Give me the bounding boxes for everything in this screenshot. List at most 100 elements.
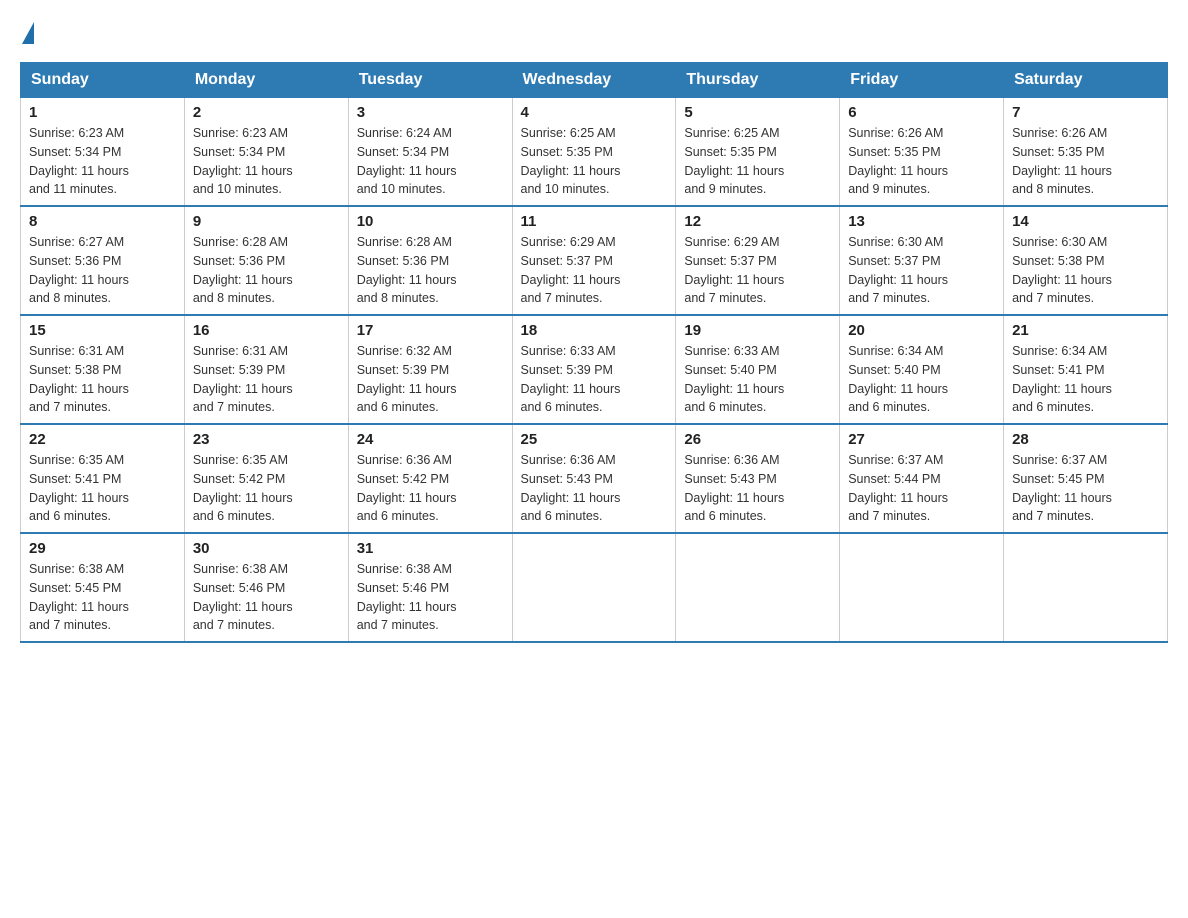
day-info: Sunrise: 6:34 AM Sunset: 5:40 PM Dayligh… [848, 342, 995, 417]
day-info: Sunrise: 6:38 AM Sunset: 5:46 PM Dayligh… [193, 560, 340, 635]
header-thursday: Thursday [676, 63, 840, 98]
day-number: 29 [29, 540, 176, 557]
day-number: 19 [684, 322, 831, 339]
day-info: Sunrise: 6:23 AM Sunset: 5:34 PM Dayligh… [193, 124, 340, 199]
day-info: Sunrise: 6:36 AM Sunset: 5:42 PM Dayligh… [357, 451, 504, 526]
day-number: 6 [848, 104, 995, 121]
day-info: Sunrise: 6:36 AM Sunset: 5:43 PM Dayligh… [521, 451, 668, 526]
day-number: 31 [357, 540, 504, 557]
calendar-cell: 9 Sunrise: 6:28 AM Sunset: 5:36 PM Dayli… [184, 206, 348, 315]
day-info: Sunrise: 6:35 AM Sunset: 5:41 PM Dayligh… [29, 451, 176, 526]
day-number: 8 [29, 213, 176, 230]
day-info: Sunrise: 6:35 AM Sunset: 5:42 PM Dayligh… [193, 451, 340, 526]
calendar-week-3: 15 Sunrise: 6:31 AM Sunset: 5:38 PM Dayl… [21, 315, 1168, 424]
calendar-week-5: 29 Sunrise: 6:38 AM Sunset: 5:45 PM Dayl… [21, 533, 1168, 642]
calendar-cell: 26 Sunrise: 6:36 AM Sunset: 5:43 PM Dayl… [676, 424, 840, 533]
calendar-week-4: 22 Sunrise: 6:35 AM Sunset: 5:41 PM Dayl… [21, 424, 1168, 533]
day-number: 27 [848, 431, 995, 448]
calendar-cell: 5 Sunrise: 6:25 AM Sunset: 5:35 PM Dayli… [676, 98, 840, 207]
day-info: Sunrise: 6:38 AM Sunset: 5:46 PM Dayligh… [357, 560, 504, 635]
day-number: 13 [848, 213, 995, 230]
calendar-cell: 20 Sunrise: 6:34 AM Sunset: 5:40 PM Dayl… [840, 315, 1004, 424]
day-info: Sunrise: 6:27 AM Sunset: 5:36 PM Dayligh… [29, 233, 176, 308]
day-number: 10 [357, 213, 504, 230]
day-number: 12 [684, 213, 831, 230]
page-header [20, 20, 1168, 42]
day-number: 28 [1012, 431, 1159, 448]
calendar-cell: 10 Sunrise: 6:28 AM Sunset: 5:36 PM Dayl… [348, 206, 512, 315]
calendar-cell: 15 Sunrise: 6:31 AM Sunset: 5:38 PM Dayl… [21, 315, 185, 424]
calendar-cell: 31 Sunrise: 6:38 AM Sunset: 5:46 PM Dayl… [348, 533, 512, 642]
calendar-cell: 27 Sunrise: 6:37 AM Sunset: 5:44 PM Dayl… [840, 424, 1004, 533]
day-info: Sunrise: 6:23 AM Sunset: 5:34 PM Dayligh… [29, 124, 176, 199]
calendar-cell [840, 533, 1004, 642]
logo [20, 20, 36, 42]
calendar-cell: 6 Sunrise: 6:26 AM Sunset: 5:35 PM Dayli… [840, 98, 1004, 207]
day-number: 3 [357, 104, 504, 121]
calendar-header-row: SundayMondayTuesdayWednesdayThursdayFrid… [21, 63, 1168, 98]
day-info: Sunrise: 6:29 AM Sunset: 5:37 PM Dayligh… [684, 233, 831, 308]
day-info: Sunrise: 6:29 AM Sunset: 5:37 PM Dayligh… [521, 233, 668, 308]
day-number: 5 [684, 104, 831, 121]
day-info: Sunrise: 6:31 AM Sunset: 5:39 PM Dayligh… [193, 342, 340, 417]
calendar-cell: 30 Sunrise: 6:38 AM Sunset: 5:46 PM Dayl… [184, 533, 348, 642]
calendar-cell: 19 Sunrise: 6:33 AM Sunset: 5:40 PM Dayl… [676, 315, 840, 424]
calendar-cell: 1 Sunrise: 6:23 AM Sunset: 5:34 PM Dayli… [21, 98, 185, 207]
header-monday: Monday [184, 63, 348, 98]
day-info: Sunrise: 6:38 AM Sunset: 5:45 PM Dayligh… [29, 560, 176, 635]
day-number: 4 [521, 104, 668, 121]
calendar-week-1: 1 Sunrise: 6:23 AM Sunset: 5:34 PM Dayli… [21, 98, 1168, 207]
day-number: 21 [1012, 322, 1159, 339]
day-info: Sunrise: 6:37 AM Sunset: 5:45 PM Dayligh… [1012, 451, 1159, 526]
day-info: Sunrise: 6:34 AM Sunset: 5:41 PM Dayligh… [1012, 342, 1159, 417]
day-number: 14 [1012, 213, 1159, 230]
header-saturday: Saturday [1004, 63, 1168, 98]
calendar-cell: 3 Sunrise: 6:24 AM Sunset: 5:34 PM Dayli… [348, 98, 512, 207]
day-info: Sunrise: 6:26 AM Sunset: 5:35 PM Dayligh… [1012, 124, 1159, 199]
day-info: Sunrise: 6:28 AM Sunset: 5:36 PM Dayligh… [193, 233, 340, 308]
day-number: 25 [521, 431, 668, 448]
calendar-cell: 13 Sunrise: 6:30 AM Sunset: 5:37 PM Dayl… [840, 206, 1004, 315]
calendar-cell: 22 Sunrise: 6:35 AM Sunset: 5:41 PM Dayl… [21, 424, 185, 533]
day-info: Sunrise: 6:33 AM Sunset: 5:39 PM Dayligh… [521, 342, 668, 417]
day-info: Sunrise: 6:31 AM Sunset: 5:38 PM Dayligh… [29, 342, 176, 417]
calendar-cell: 8 Sunrise: 6:27 AM Sunset: 5:36 PM Dayli… [21, 206, 185, 315]
day-info: Sunrise: 6:25 AM Sunset: 5:35 PM Dayligh… [684, 124, 831, 199]
calendar-cell: 17 Sunrise: 6:32 AM Sunset: 5:39 PM Dayl… [348, 315, 512, 424]
day-number: 23 [193, 431, 340, 448]
day-number: 22 [29, 431, 176, 448]
day-number: 16 [193, 322, 340, 339]
calendar-cell: 24 Sunrise: 6:36 AM Sunset: 5:42 PM Dayl… [348, 424, 512, 533]
calendar-cell: 21 Sunrise: 6:34 AM Sunset: 5:41 PM Dayl… [1004, 315, 1168, 424]
calendar-cell: 2 Sunrise: 6:23 AM Sunset: 5:34 PM Dayli… [184, 98, 348, 207]
day-number: 1 [29, 104, 176, 121]
day-number: 11 [521, 213, 668, 230]
calendar-cell: 14 Sunrise: 6:30 AM Sunset: 5:38 PM Dayl… [1004, 206, 1168, 315]
calendar-cell: 18 Sunrise: 6:33 AM Sunset: 5:39 PM Dayl… [512, 315, 676, 424]
day-number: 30 [193, 540, 340, 557]
day-number: 18 [521, 322, 668, 339]
day-number: 9 [193, 213, 340, 230]
calendar-cell: 12 Sunrise: 6:29 AM Sunset: 5:37 PM Dayl… [676, 206, 840, 315]
calendar-cell [676, 533, 840, 642]
day-number: 17 [357, 322, 504, 339]
header-sunday: Sunday [21, 63, 185, 98]
calendar-cell: 4 Sunrise: 6:25 AM Sunset: 5:35 PM Dayli… [512, 98, 676, 207]
header-wednesday: Wednesday [512, 63, 676, 98]
day-info: Sunrise: 6:24 AM Sunset: 5:34 PM Dayligh… [357, 124, 504, 199]
day-info: Sunrise: 6:25 AM Sunset: 5:35 PM Dayligh… [521, 124, 668, 199]
day-info: Sunrise: 6:32 AM Sunset: 5:39 PM Dayligh… [357, 342, 504, 417]
calendar-cell [512, 533, 676, 642]
header-friday: Friday [840, 63, 1004, 98]
calendar-cell: 7 Sunrise: 6:26 AM Sunset: 5:35 PM Dayli… [1004, 98, 1168, 207]
calendar-cell: 29 Sunrise: 6:38 AM Sunset: 5:45 PM Dayl… [21, 533, 185, 642]
day-info: Sunrise: 6:26 AM Sunset: 5:35 PM Dayligh… [848, 124, 995, 199]
day-info: Sunrise: 6:30 AM Sunset: 5:37 PM Dayligh… [848, 233, 995, 308]
day-info: Sunrise: 6:33 AM Sunset: 5:40 PM Dayligh… [684, 342, 831, 417]
day-info: Sunrise: 6:30 AM Sunset: 5:38 PM Dayligh… [1012, 233, 1159, 308]
calendar-table: SundayMondayTuesdayWednesdayThursdayFrid… [20, 62, 1168, 643]
day-number: 20 [848, 322, 995, 339]
calendar-cell: 11 Sunrise: 6:29 AM Sunset: 5:37 PM Dayl… [512, 206, 676, 315]
calendar-cell [1004, 533, 1168, 642]
day-info: Sunrise: 6:28 AM Sunset: 5:36 PM Dayligh… [357, 233, 504, 308]
